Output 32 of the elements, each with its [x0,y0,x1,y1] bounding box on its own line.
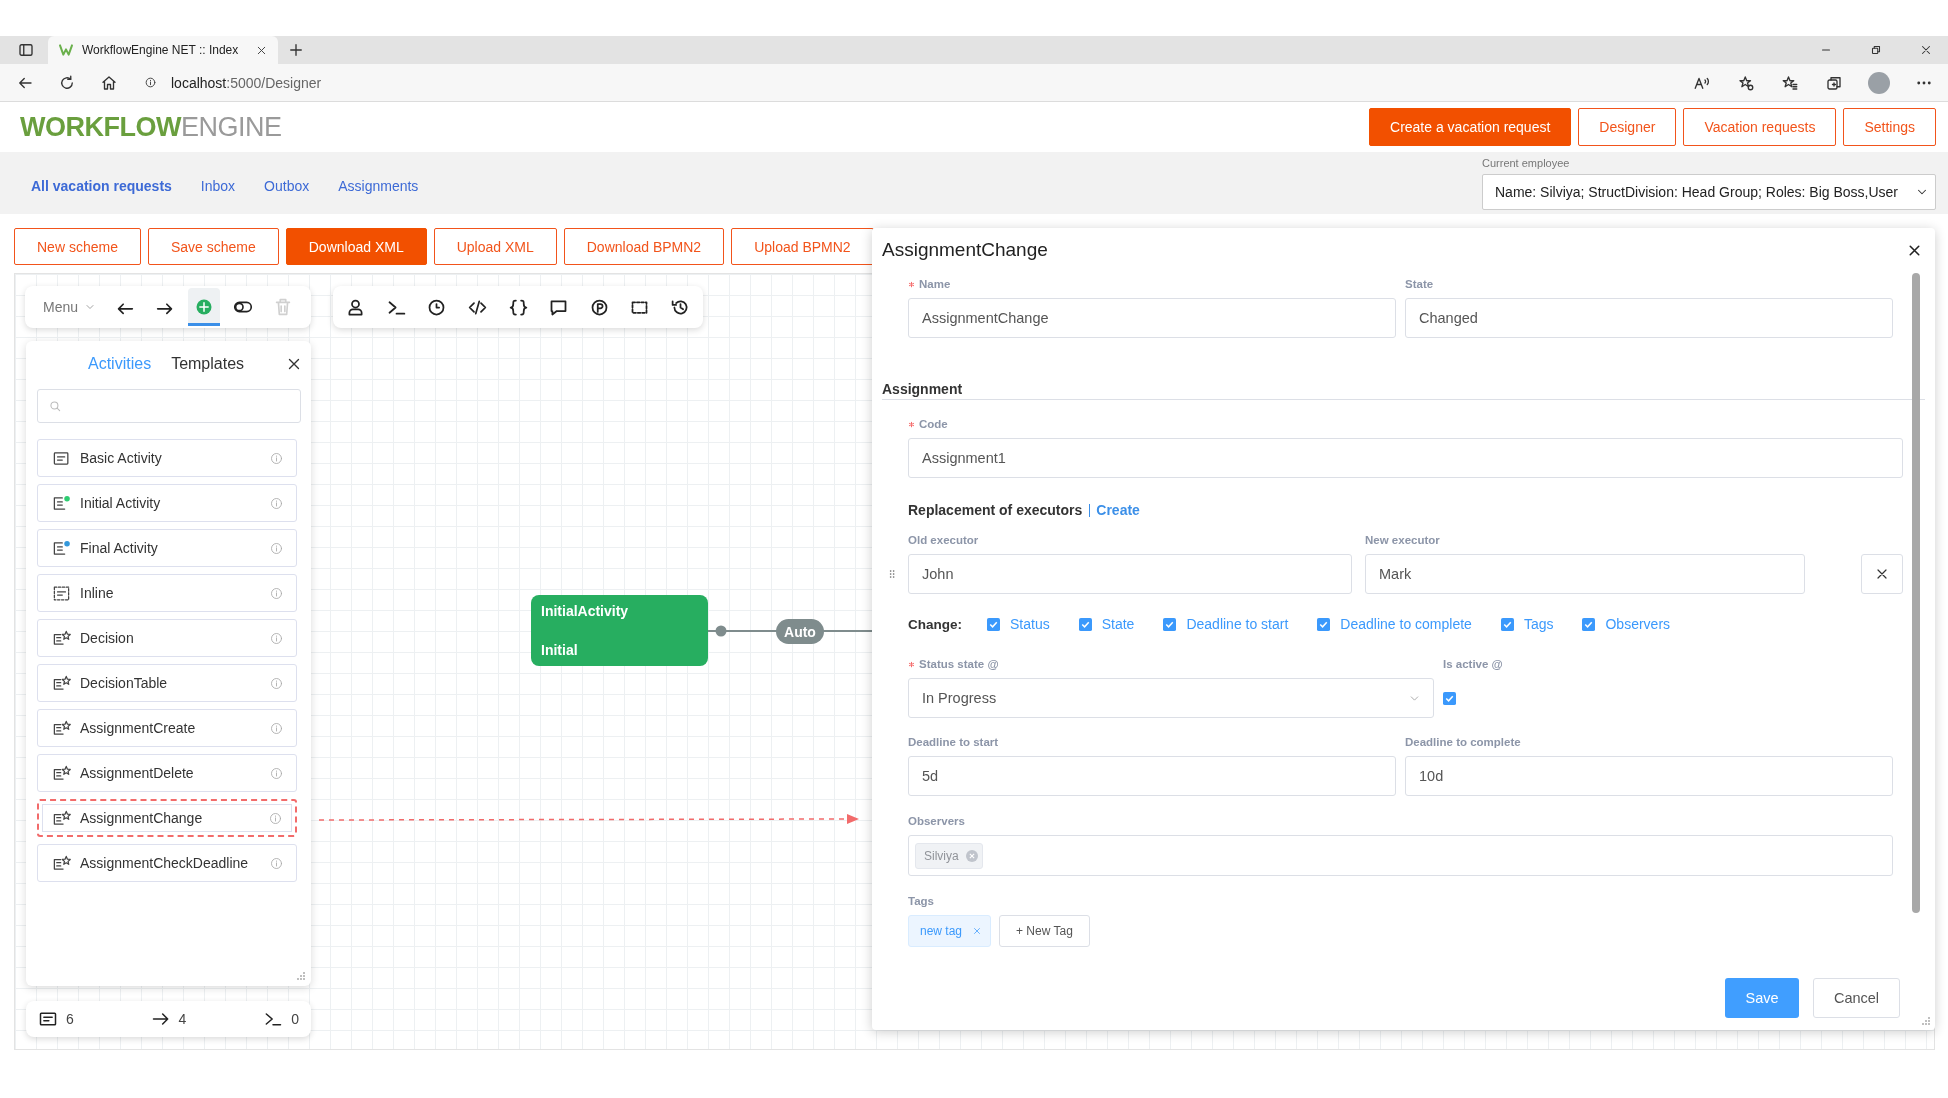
field-label: Code [919,418,948,430]
field-label: Change: [908,616,962,632]
activity-label: Final Activity [80,540,159,556]
activity-label: Initial Activity [80,495,162,511]
count-label: 4 [178,1011,187,1027]
field-label: Tags [908,895,934,907]
activity-label: Decision [80,630,135,646]
activity-label: DecisionTable [80,675,169,691]
activity-label: AssignmentChange [80,810,204,826]
field-label: State [1405,278,1434,290]
dialog-title: AssignmentChange [882,239,1048,261]
field-label: Current employee [1482,157,1571,169]
field-label: Name [919,278,951,290]
activity-label: Inline [80,585,115,601]
field-label: Observers [908,815,965,827]
node-state: Initial [541,642,579,658]
count-label: 0 [291,1011,299,1027]
subsection-heading: Replacement of executors [908,502,1083,518]
field-label: Old executor [908,534,979,546]
field-label: Status state @ [919,658,999,670]
count-label: 6 [66,1011,74,1027]
field-label: Deadline to complete [1405,736,1521,748]
field-label: Is active @ [1443,658,1503,670]
observer-name: Silviya [924,848,959,863]
activity-label: AssignmentDelete [80,765,195,781]
tab-title: WorkflowEngine NET :: Index [82,43,240,57]
activity-label: AssignmentCreate [80,720,197,736]
field-label: New executor [1365,534,1440,546]
activity-label: Basic Activity [80,450,163,466]
field-label: Deadline to start [908,736,999,748]
activity-label: AssignmentCheckDeadline [80,855,250,871]
node-title: InitialActivity [541,603,630,619]
